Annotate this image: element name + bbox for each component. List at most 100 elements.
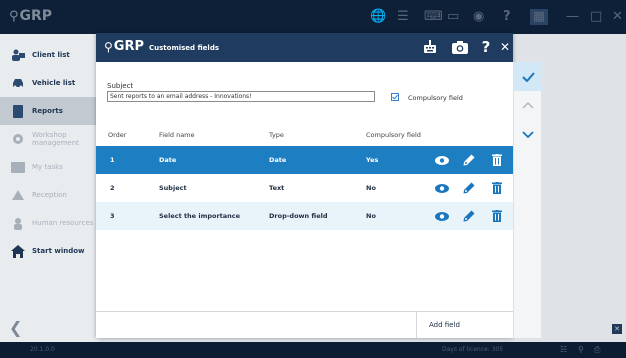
confirm-button[interactable] — [514, 62, 542, 91]
battery-icon: ▭ — [447, 9, 460, 24]
camera-icon[interactable]: ◉ — [473, 9, 484, 25]
check-icon — [392, 94, 398, 100]
view-button[interactable] — [434, 180, 450, 196]
camera-icon — [452, 40, 468, 54]
table-row[interactable]: 3 Select the importance Drop-down field … — [96, 202, 513, 230]
home-icon — [10, 244, 26, 258]
action-rail — [513, 62, 542, 338]
status-bar: 20.1.0.0 Days of licence: 305 ☵ ⚲ ⎙ — [0, 342, 626, 358]
sidebar-item-my-tasks[interactable]: My tasks — [0, 153, 100, 181]
list-icon[interactable]: ☰ — [397, 9, 409, 25]
keyboard-button[interactable] — [421, 38, 439, 56]
maximize-icon[interactable]: □ — [590, 9, 602, 25]
eye-icon — [435, 183, 449, 193]
grid-icon[interactable]: ▦ — [530, 9, 548, 25]
delete-button[interactable] — [489, 180, 505, 196]
app-logo: ⚲GRP — [9, 8, 53, 24]
back-arrow-icon[interactable]: ❮ — [9, 318, 22, 337]
eye-icon — [435, 155, 449, 165]
move-up-button[interactable] — [514, 91, 542, 120]
row-compulsory: No — [366, 212, 376, 220]
close-icon[interactable]: ✕ — [612, 9, 623, 25]
table-row[interactable]: 1 Date Date Yes — [96, 146, 513, 174]
view-button[interactable] — [434, 152, 450, 168]
row-order: 2 — [110, 184, 115, 192]
trash-icon — [492, 154, 502, 166]
subject-label: Subject — [107, 82, 134, 90]
app-top-bar: ⚲GRP 🌐 ☰ ⌨ ▭ ◉ ? ▦ — □ ✕ — [0, 0, 626, 34]
printer-icon[interactable]: ⎙ — [594, 345, 600, 355]
move-down-button[interactable] — [514, 120, 542, 149]
reception-icon — [10, 188, 26, 202]
column-order: Order — [108, 131, 127, 139]
dialog-title: Customised fields — [149, 44, 220, 52]
clients-icon — [10, 48, 26, 62]
footer-divider — [416, 312, 417, 338]
sidebar: Client list Vehicle list Reports Worksho… — [0, 34, 100, 342]
globe-icon[interactable]: 🌐 — [370, 9, 386, 25]
camera-button[interactable] — [451, 38, 469, 56]
car-icon — [10, 76, 26, 90]
row-field-name: Subject — [159, 184, 187, 192]
delete-button[interactable] — [489, 152, 505, 168]
add-field-button[interactable]: Add field — [429, 321, 460, 329]
row-compulsory: Yes — [366, 156, 379, 164]
subject-input[interactable] — [107, 91, 375, 102]
table-row[interactable]: 2 Subject Text No — [96, 174, 513, 202]
compulsory-checkbox[interactable] — [391, 93, 399, 101]
pencil-icon — [463, 182, 475, 194]
edit-button[interactable] — [461, 208, 477, 224]
row-order: 1 — [110, 156, 115, 164]
chevron-down-icon — [522, 131, 534, 138]
dialog-close-button[interactable]: ✕ — [496, 38, 514, 56]
column-field-name: Field name — [159, 131, 195, 139]
checkmark-icon — [521, 71, 535, 82]
hr-icon — [10, 216, 26, 230]
sidebar-item-reports[interactable]: Reports — [0, 97, 100, 125]
customised-fields-dialog: ⚲GRP Customised fields ? ✕ Subject Compu… — [96, 33, 513, 338]
license-text: Days of licence: 305 — [442, 346, 504, 353]
sidebar-item-vehicle-list[interactable]: Vehicle list — [0, 69, 100, 97]
row-order: 3 — [110, 212, 115, 220]
trash-icon — [492, 182, 502, 194]
dialog-logo: ⚲ GRP — [104, 39, 145, 54]
row-type: Date — [269, 156, 287, 164]
dialog-footer: Add field — [96, 311, 513, 338]
eye-icon — [435, 211, 449, 221]
sidebar-item-workshop-management[interactable]: Workshop management — [0, 125, 100, 153]
row-field-name: Date — [159, 156, 177, 164]
tasks-icon — [10, 160, 26, 174]
trash-icon — [492, 210, 502, 222]
row-type: Text — [269, 184, 285, 192]
pencil-icon — [463, 210, 475, 222]
table-header: Order Field name Type Compulsory field — [96, 127, 513, 145]
pencil-icon — [463, 154, 475, 166]
close-panel-button[interactable]: ✕ — [612, 324, 622, 334]
help-icon[interactable]: ? — [503, 9, 511, 25]
version-text: 20.1.0.0 — [30, 346, 55, 353]
row-type: Drop-down field — [269, 212, 328, 220]
column-compulsory: Compulsory field — [366, 131, 421, 139]
row-field-name: Select the importance — [159, 212, 241, 220]
view-button[interactable] — [434, 208, 450, 224]
sidebar-item-human-resources[interactable]: Human resources — [0, 209, 100, 237]
wifi-icon: ☵ — [560, 345, 568, 354]
dialog-header: ⚲ GRP Customised fields ? ✕ — [96, 33, 513, 62]
keyboard-icon — [424, 40, 436, 53]
keyboard-icon[interactable]: ⌨ — [424, 9, 443, 25]
reports-icon — [10, 104, 26, 118]
row-compulsory: No — [366, 184, 376, 192]
sidebar-item-client-list[interactable]: Client list — [0, 41, 100, 69]
chevron-up-icon — [522, 102, 534, 109]
edit-button[interactable] — [461, 152, 477, 168]
workshop-icon — [10, 132, 26, 146]
compulsory-label: Compulsory field — [408, 94, 463, 102]
sidebar-item-reception[interactable]: Reception — [0, 181, 100, 209]
column-type: Type — [269, 131, 284, 139]
search-icon[interactable]: ⚲ — [578, 345, 584, 354]
sidebar-item-start-window[interactable]: Start window — [0, 237, 100, 265]
help-button[interactable]: ? — [477, 38, 495, 56]
delete-button[interactable] — [489, 208, 505, 224]
edit-button[interactable] — [461, 180, 477, 196]
minimize-icon[interactable]: — — [566, 9, 579, 25]
